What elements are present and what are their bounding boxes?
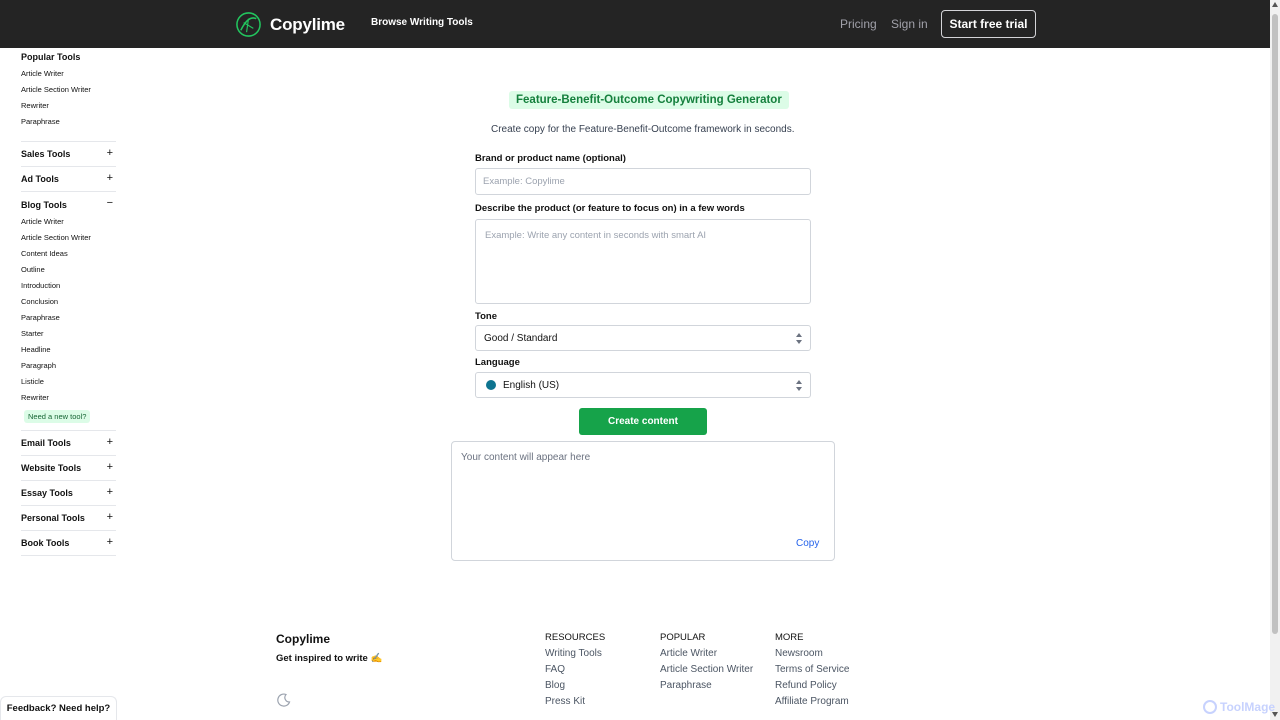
- tone-selected-value: Good / Standard: [484, 332, 558, 344]
- need-new-tool-badge[interactable]: Need a new tool?: [24, 410, 91, 423]
- footer-column-title: MORE: [775, 632, 804, 643]
- expand-plus-icon[interactable]: +: [107, 537, 113, 548]
- footer-column-title: POPULAR: [660, 632, 706, 643]
- category-label: Essay Tools: [21, 488, 73, 498]
- footer-column-resources: RESOURCES Writing Tools FAQ Blog Press K…: [545, 632, 605, 712]
- footer-brand: Copylime: [276, 632, 331, 646]
- popular-tools-list: Article Writer Article Section Writer Re…: [21, 66, 116, 130]
- category-label: Book Tools: [21, 538, 70, 548]
- language-selected-value: English (US): [503, 379, 560, 391]
- output-placeholder: Your content will appear here: [461, 452, 591, 463]
- scroll-up-arrow-icon[interactable]: [1272, 2, 1278, 7]
- category-book-tools[interactable]: Book Tools +: [21, 531, 116, 556]
- globe-icon: [486, 380, 496, 390]
- footer-column-popular: POPULAR Article Writer Article Section W…: [660, 632, 753, 696]
- list-item[interactable]: Headline: [21, 342, 116, 358]
- sidebar-item-article-section-writer[interactable]: Article Section Writer: [21, 82, 116, 98]
- output-box[interactable]: Your content will appear here Copy: [451, 441, 835, 561]
- toolmage-logo-icon: [1203, 700, 1217, 714]
- product-description-textarea[interactable]: Example: Write any content in seconds wi…: [475, 219, 811, 304]
- page-title: Feature-Benefit-Outcome Copywriting Gene…: [509, 91, 789, 109]
- footer-link[interactable]: Affiliate Program: [775, 696, 849, 712]
- sign-in-link[interactable]: Sign in: [891, 17, 928, 31]
- create-content-button[interactable]: Create content: [579, 408, 707, 435]
- collapse-minus-icon[interactable]: −: [107, 198, 113, 209]
- category-label: Sales Tools: [21, 149, 71, 159]
- brand-name-input[interactable]: Example: Copylime: [475, 168, 811, 195]
- footer-link[interactable]: Paraphrase: [660, 680, 753, 696]
- expand-plus-icon[interactable]: +: [107, 437, 113, 448]
- popular-tools-heading: Popular Tools: [21, 52, 81, 62]
- list-item[interactable]: Listicle: [21, 374, 116, 390]
- watermark-text: ToolMage: [1220, 700, 1276, 714]
- brand-logo[interactable]: Copylime: [235, 11, 345, 38]
- expand-plus-icon[interactable]: +: [107, 512, 113, 523]
- product-description-label: Describe the product (or feature to focu…: [475, 203, 745, 214]
- tone-select[interactable]: Good / Standard: [475, 325, 811, 351]
- category-essay-tools[interactable]: Essay Tools +: [21, 481, 116, 506]
- category-website-tools[interactable]: Website Tools +: [21, 456, 116, 481]
- blog-tools-list: Article Writer Article Section Writer Co…: [21, 214, 116, 430]
- toolmage-watermark: ToolMage: [1203, 700, 1275, 714]
- list-item[interactable]: Paragraph: [21, 358, 116, 374]
- start-free-trial-button[interactable]: Start free trial: [941, 10, 1036, 38]
- dark-mode-moon-icon[interactable]: [277, 693, 291, 707]
- tools-sidebar: Popular Tools Article Writer Article Sec…: [21, 52, 116, 556]
- footer-link[interactable]: Article Section Writer: [660, 664, 753, 680]
- list-item[interactable]: Starter: [21, 326, 116, 342]
- expand-plus-icon[interactable]: +: [107, 487, 113, 498]
- footer-link[interactable]: Writing Tools: [545, 648, 605, 664]
- feedback-button[interactable]: Feedback? Need help?: [0, 696, 117, 720]
- category-sales-tools[interactable]: Sales Tools +: [21, 142, 116, 167]
- expand-plus-icon[interactable]: +: [107, 462, 113, 473]
- copy-button[interactable]: Copy: [796, 538, 819, 549]
- language-select[interactable]: English (US): [475, 372, 811, 398]
- footer-link[interactable]: Press Kit: [545, 696, 605, 712]
- select-chevrons-icon: [796, 380, 802, 391]
- footer-link[interactable]: Refund Policy: [775, 680, 849, 696]
- expand-plus-icon[interactable]: +: [107, 148, 113, 159]
- category-email-tools[interactable]: Email Tools +: [21, 431, 116, 456]
- tone-label: Tone: [475, 311, 497, 322]
- footer-column-title: RESOURCES: [545, 632, 606, 643]
- footer-link[interactable]: FAQ: [545, 664, 605, 680]
- list-item[interactable]: Conclusion: [21, 294, 116, 310]
- category-blog-tools[interactable]: Blog Tools −: [21, 192, 116, 217]
- list-item[interactable]: Outline: [21, 262, 116, 278]
- list-item[interactable]: Article Section Writer: [21, 230, 116, 246]
- page-subtitle: Create copy for the Feature-Benefit-Outc…: [491, 124, 795, 135]
- category-label: Ad Tools: [21, 174, 59, 184]
- footer-link[interactable]: Blog: [545, 680, 605, 696]
- browse-writing-tools-link[interactable]: Browse Writing Tools: [371, 17, 473, 28]
- footer-link[interactable]: Terms of Service: [775, 664, 849, 680]
- list-item[interactable]: Paraphrase: [21, 310, 116, 326]
- category-label: Blog Tools: [21, 199, 67, 210]
- list-item[interactable]: Introduction: [21, 278, 116, 294]
- sidebar-item-rewriter[interactable]: Rewriter: [21, 98, 116, 114]
- select-chevrons-icon: [796, 333, 802, 344]
- pricing-link[interactable]: Pricing: [840, 17, 877, 31]
- page-scrollbar[interactable]: [1270, 0, 1280, 720]
- category-label: Website Tools: [21, 463, 82, 473]
- top-navbar: Copylime Browse Writing Tools Pricing Si…: [0, 0, 1270, 48]
- lime-logo-icon: [236, 12, 261, 37]
- category-label: Personal Tools: [21, 513, 85, 523]
- divider: [21, 130, 116, 142]
- sidebar-item-paraphrase[interactable]: Paraphrase: [21, 114, 116, 130]
- category-ad-tools[interactable]: Ad Tools +: [21, 167, 116, 192]
- brand-name: Copylime: [270, 14, 345, 34]
- category-personal-tools[interactable]: Personal Tools +: [21, 506, 116, 531]
- category-label: Email Tools: [21, 438, 71, 448]
- expand-plus-icon[interactable]: +: [107, 173, 113, 184]
- list-item[interactable]: Rewriter: [21, 390, 116, 406]
- footer-link[interactable]: Article Writer: [660, 648, 753, 664]
- footer-tagline: Get inspired to write ✍️: [276, 653, 383, 664]
- list-item[interactable]: Content Ideas: [21, 246, 116, 262]
- language-label: Language: [475, 357, 520, 368]
- footer-column-more: MORE Newsroom Terms of Service Refund Po…: [775, 632, 849, 712]
- brand-name-label: Brand or product name (optional): [475, 153, 626, 164]
- scrollbar-thumb[interactable]: [1272, 14, 1278, 634]
- sidebar-item-article-writer[interactable]: Article Writer: [21, 66, 116, 82]
- footer-link[interactable]: Newsroom: [775, 648, 849, 664]
